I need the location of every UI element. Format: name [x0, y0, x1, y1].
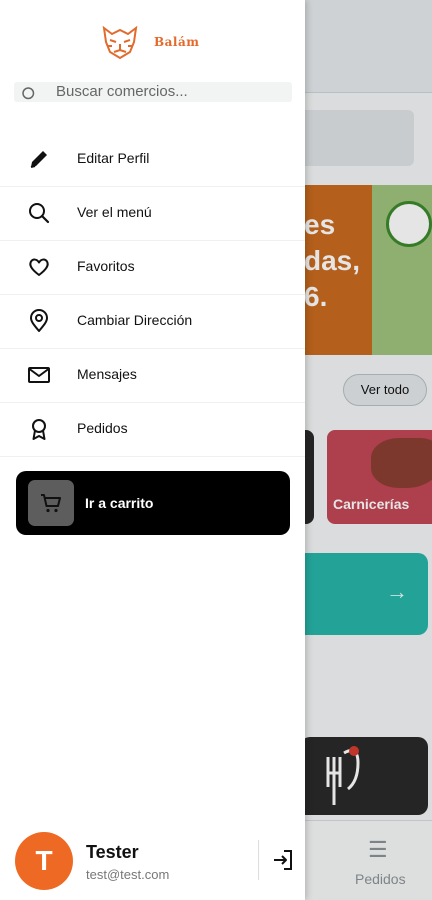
menu-item-label: Favoritos — [77, 258, 135, 274]
tiger-logo-icon — [102, 25, 138, 60]
location-pin-icon — [30, 309, 48, 332]
mail-icon — [28, 367, 50, 383]
award-ribbon-icon — [32, 419, 46, 440]
search-placeholder: Buscar comercios... — [56, 83, 188, 100]
menu-item-view-menu[interactable]: Ver el menú — [0, 187, 305, 241]
cart-icon — [41, 494, 61, 513]
menu-item-label: Mensajes — [77, 366, 137, 382]
menu-item-favorites[interactable]: Favoritos — [0, 241, 305, 295]
search-icon — [29, 203, 50, 224]
menu-item-change-address[interactable]: Cambiar Dirección — [0, 295, 305, 349]
menu-item-messages[interactable]: Mensajes — [0, 349, 305, 403]
drawer-menu: Editar Perfil Ver el menú Favoritos Camb… — [0, 133, 305, 457]
go-to-cart-button[interactable]: Ir a carrito — [16, 471, 290, 535]
footer-divider — [258, 840, 259, 880]
menu-item-label: Cambiar Dirección — [77, 312, 193, 328]
cart-icon-box — [28, 480, 74, 526]
navigation-drawer: Balám Buscar comercios... Editar Perfil … — [0, 0, 305, 900]
menu-item-orders[interactable]: Pedidos — [0, 403, 305, 457]
user-name: Tester — [86, 842, 139, 862]
user-email: test@test.com — [86, 867, 170, 882]
menu-item-label: Pedidos — [77, 420, 128, 436]
cart-button-label: Ir a carrito — [85, 495, 154, 511]
menu-item-edit-profile[interactable]: Editar Perfil — [0, 133, 305, 187]
brand-name: Balám — [154, 35, 200, 49]
user-profile-footer: T Tester test@test.com — [0, 832, 305, 900]
pencil-icon — [30, 151, 47, 168]
avatar[interactable]: T — [15, 832, 73, 890]
brand-header: Balám — [100, 20, 199, 64]
heart-icon — [29, 258, 49, 276]
menu-item-label: Ver el menú — [77, 204, 152, 220]
search-icon — [22, 87, 35, 100]
menu-item-label: Editar Perfil — [77, 150, 150, 166]
logout-icon[interactable] — [271, 848, 295, 872]
search-input[interactable]: Buscar comercios... — [14, 82, 292, 102]
